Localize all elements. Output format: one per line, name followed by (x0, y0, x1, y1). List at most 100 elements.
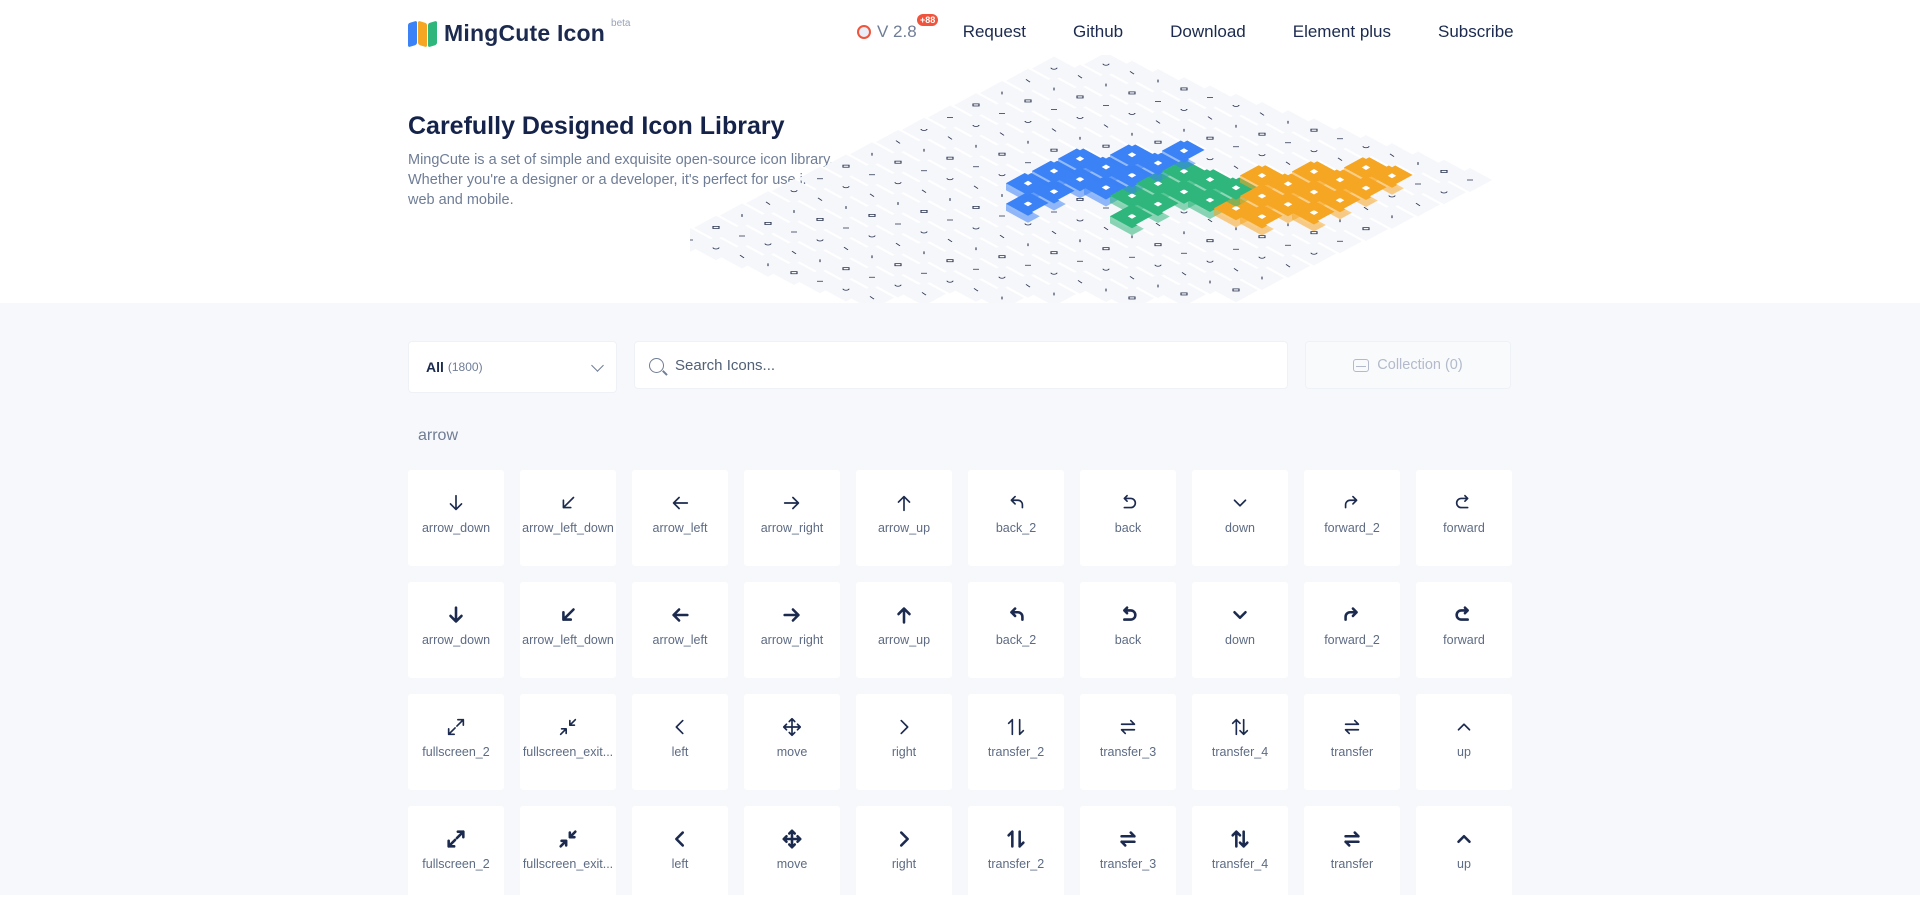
icon-tile[interactable]: arrow_down (408, 470, 504, 566)
nav-request[interactable]: Request (963, 22, 1026, 42)
collection-button[interactable]: Collection (0) (1305, 341, 1511, 389)
header-area: MingCute Icon beta V 2.8 +88 Request Git… (0, 0, 1920, 303)
search-input[interactable] (675, 356, 1235, 374)
icon-tile[interactable]: arrow_up (856, 470, 952, 566)
nav-github[interactable]: Github (1073, 22, 1123, 42)
down-icon (1233, 610, 1247, 620)
icon-tile[interactable]: move (744, 694, 840, 790)
icon-tile[interactable]: transfer (1304, 806, 1400, 902)
search-icon (649, 357, 664, 373)
icon-tile[interactable]: up (1416, 694, 1512, 790)
icon-tile[interactable]: fullscreen_2 (408, 806, 504, 902)
right-icon (899, 831, 909, 847)
icon-tile[interactable]: transfer_4 (1192, 806, 1288, 902)
icon-tile[interactable]: left (632, 694, 728, 790)
fullscreen-2-icon (447, 718, 465, 736)
icon-tile[interactable]: back (1080, 470, 1176, 566)
icon-tile[interactable]: fullscreen_2 (408, 694, 504, 790)
search-box[interactable] (634, 341, 1288, 389)
icon-tile[interactable]: up (1416, 806, 1512, 902)
icon-tile[interactable]: arrow_left (632, 582, 728, 678)
logo-text: MingCute Icon (444, 20, 606, 46)
icon-tile-label: forward (1443, 521, 1485, 535)
move-icon (782, 829, 802, 849)
icon-tile[interactable]: arrow_down (408, 582, 504, 678)
category-select[interactable]: All (1800) (408, 341, 617, 393)
icon-tile-label: fullscreen_2 (422, 745, 490, 759)
icon-tile-label: right (891, 745, 917, 759)
arrow-down-icon (449, 606, 463, 623)
up-icon (1457, 834, 1471, 844)
icon-tile[interactable]: back_2 (968, 582, 1064, 678)
icon-tile-label: down (1225, 633, 1255, 647)
inbox-icon (1353, 358, 1370, 372)
section-title: arrow (418, 427, 459, 444)
icon-tile[interactable]: transfer_2 (968, 694, 1064, 790)
right-icon (900, 719, 909, 735)
back-icon (1123, 606, 1137, 621)
logo[interactable]: MingCute Icon beta (408, 18, 631, 47)
icon-tile-label: transfer (1330, 857, 1374, 871)
icon-tile[interactable]: arrow_right (744, 582, 840, 678)
icon-tile[interactable]: forward (1416, 470, 1512, 566)
transfer-3-icon (1120, 831, 1136, 847)
icon-tile[interactable]: down (1192, 470, 1288, 566)
left-icon (675, 719, 684, 735)
icon-tile-label: arrow_left (652, 633, 708, 647)
icon-tile[interactable]: transfer (1304, 694, 1400, 790)
icon-tile-label: transfer_3 (1099, 745, 1157, 759)
icon-tile[interactable]: transfer_4 (1192, 694, 1288, 790)
forward-2-icon (1344, 607, 1358, 621)
logo-icon (408, 20, 438, 47)
nav-subscribe[interactable]: Subscribe (1438, 22, 1514, 42)
version-label: V 2.8 (877, 22, 917, 41)
icon-tile[interactable]: back (1080, 582, 1176, 678)
icon-tile[interactable]: arrow_left_down (520, 582, 616, 678)
transfer-icon (1344, 719, 1360, 735)
icon-tile-label: arrow_up (877, 521, 931, 535)
icon-tile[interactable]: back_2 (968, 470, 1064, 566)
arrow-right-icon (783, 608, 800, 622)
up-icon (1457, 723, 1471, 731)
icon-tile-label: forward_2 (1324, 633, 1380, 647)
icon-tile[interactable]: arrow_left_down (520, 470, 616, 566)
chevron-down-icon (591, 359, 604, 372)
arrow-down-icon (449, 494, 463, 511)
icon-tile[interactable]: arrow_left (632, 470, 728, 566)
icon-tile[interactable]: transfer_2 (968, 806, 1064, 902)
fullscreen-exit-icon (559, 718, 577, 736)
icon-tile[interactable]: fullscreen_exit... (520, 806, 616, 902)
icon-tile-label: transfer_4 (1211, 857, 1269, 871)
nav-download[interactable]: Download (1170, 22, 1246, 42)
icon-browser: All (1800) Collection (0) arrow arrow_do… (0, 303, 1920, 902)
forward-icon (1455, 606, 1469, 621)
isometric-icon-illustration (690, 55, 1492, 303)
transfer-icon (1344, 831, 1360, 847)
icon-tile-label: transfer_2 (987, 745, 1045, 759)
version-menu[interactable]: V 2.8 +88 (857, 14, 939, 42)
icon-tile[interactable]: left (632, 806, 728, 902)
icon-tile[interactable]: right (856, 806, 952, 902)
nav-element-plus[interactable]: Element plus (1293, 22, 1391, 42)
transfer-4-icon (1231, 718, 1249, 736)
icon-tile[interactable]: forward_2 (1304, 470, 1400, 566)
icon-tile[interactable]: fullscreen_exit... (520, 694, 616, 790)
icon-tile-label: arrow_right (760, 633, 824, 647)
icon-tile[interactable]: transfer_3 (1080, 694, 1176, 790)
icon-tile[interactable]: right (856, 694, 952, 790)
icon-tile[interactable]: down (1192, 582, 1288, 678)
version-icon (857, 25, 871, 39)
collection-label: Collection (0) (1377, 357, 1463, 373)
icon-tile-label: move (776, 857, 808, 871)
icon-tile[interactable]: forward_2 (1304, 582, 1400, 678)
icon-tile[interactable]: move (744, 806, 840, 902)
icon-tile-label: transfer (1330, 745, 1374, 759)
arrow-left-down-icon (562, 608, 575, 621)
icon-tile-label: right (891, 857, 917, 871)
back-icon (1123, 494, 1137, 509)
icon-tile[interactable]: arrow_up (856, 582, 952, 678)
icon-tile[interactable]: transfer_3 (1080, 806, 1176, 902)
icon-tile[interactable]: arrow_right (744, 470, 840, 566)
icon-tile-label: arrow_down (421, 633, 491, 647)
icon-tile[interactable]: forward (1416, 582, 1512, 678)
